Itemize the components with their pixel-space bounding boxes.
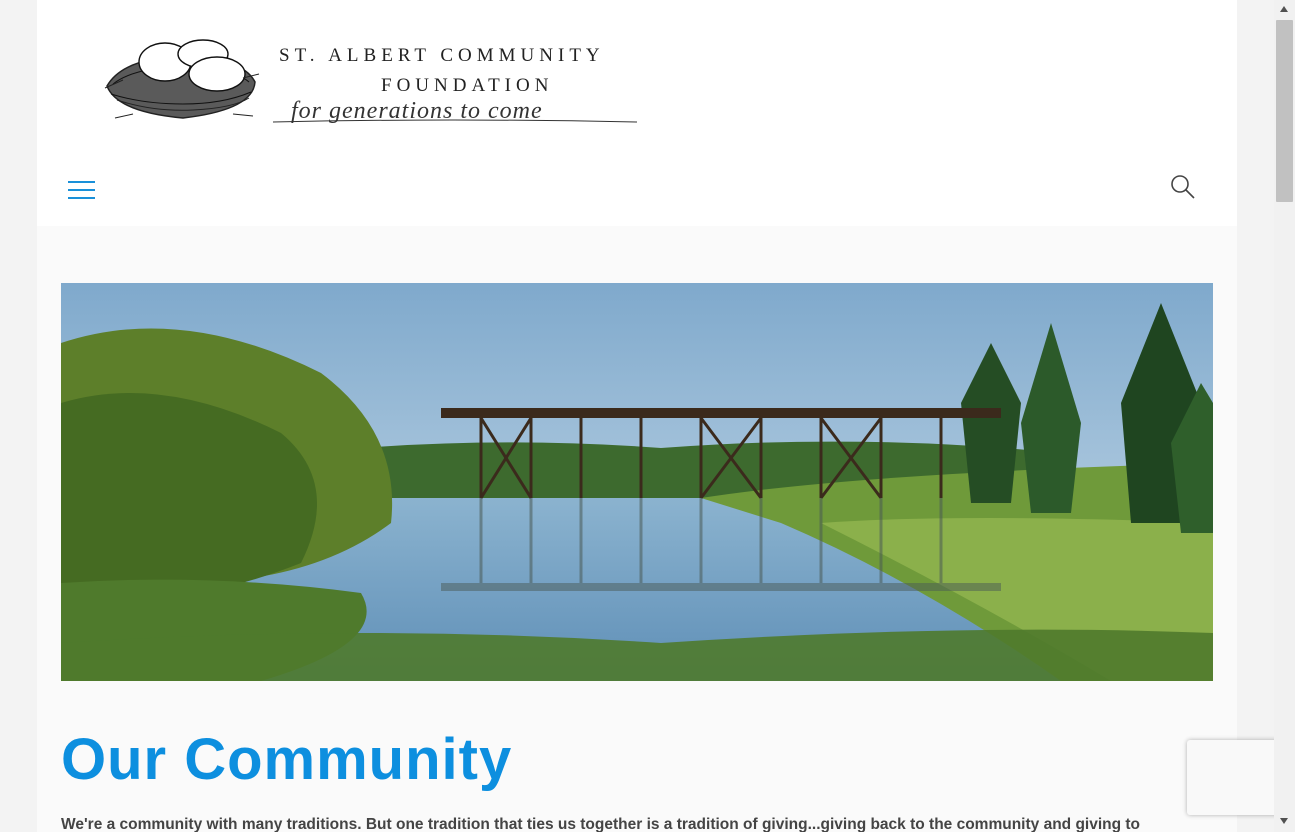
vertical-scrollbar[interactable] <box>1274 0 1295 832</box>
site-logo-link[interactable]: ST. ALBERT COMMUNITY FOUNDATION for gene… <box>103 38 643 138</box>
logo-title-line2: FOUNDATION <box>381 75 554 96</box>
menu-line <box>68 181 95 183</box>
scroll-up-arrow-icon[interactable] <box>1280 6 1288 12</box>
search-button[interactable] <box>1170 174 1202 204</box>
intro-paragraph: We're a community with many traditions. … <box>61 816 1141 832</box>
scroll-thumb[interactable] <box>1276 20 1293 202</box>
scroll-down-arrow-icon[interactable] <box>1280 818 1288 824</box>
page: ST. ALBERT COMMUNITY FOUNDATION for gene… <box>37 0 1237 832</box>
site-header: ST. ALBERT COMMUNITY FOUNDATION for gene… <box>37 0 1237 226</box>
search-icon <box>1171 175 1195 199</box>
nest-logo-icon <box>104 39 260 119</box>
menu-line <box>68 189 95 191</box>
logo-underline <box>272 119 638 123</box>
hamburger-menu-button[interactable] <box>65 176 97 204</box>
page-title: Our Community <box>61 727 513 792</box>
hero-image <box>61 283 1213 681</box>
menu-line <box>68 197 95 199</box>
river-bridge-photo <box>61 283 1213 681</box>
logo-title-line1: ST. ALBERT COMMUNITY <box>279 45 605 66</box>
